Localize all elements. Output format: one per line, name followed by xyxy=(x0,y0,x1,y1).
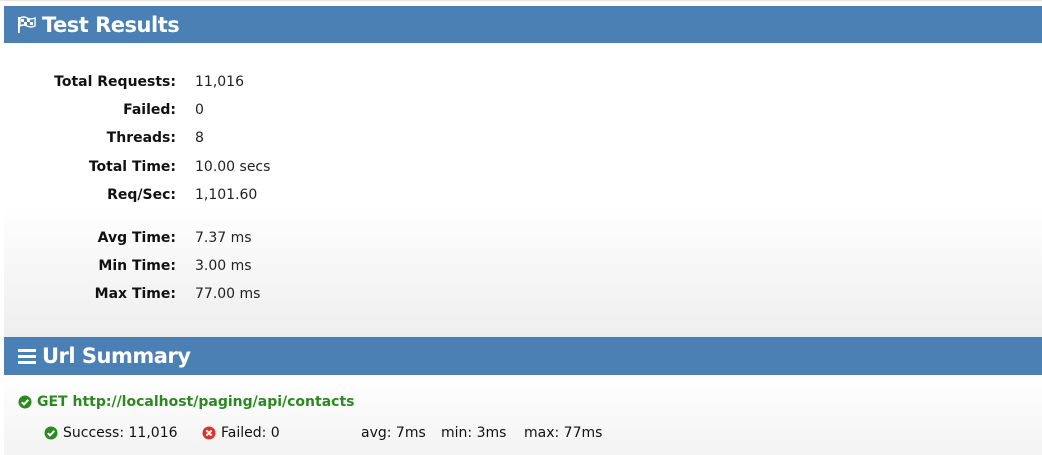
failed-text: Failed: 0 xyxy=(221,425,280,441)
stat-label: Threads: xyxy=(106,130,176,146)
test-results-panel: Total Requests: 11,016 Failed: 0 Threads… xyxy=(4,43,1042,337)
avg-stat: avg: 7ms xyxy=(361,425,426,441)
test-results-header: Test Results xyxy=(4,6,1042,43)
url-summary-title: Url Summary xyxy=(42,344,191,368)
url-summary-header: Url Summary xyxy=(4,337,1042,375)
stat-value: 8 xyxy=(195,130,204,146)
stat-value: 10.00 secs xyxy=(195,159,271,175)
stat-label: Total Requests: xyxy=(54,74,176,90)
checkered-flag-icon xyxy=(16,14,38,36)
stat-max-time: Max Time: 77.00 ms xyxy=(4,283,604,305)
stat-min-time: Min Time: 3.00 ms xyxy=(4,255,604,277)
url-text[interactable]: GET http://localhost/paging/api/contacts xyxy=(37,394,354,410)
stat-threads: Threads: 8 xyxy=(4,127,604,149)
stat-value: 1,101.60 xyxy=(195,187,258,203)
x-circle-icon xyxy=(202,426,216,440)
avg-text: avg: 7ms xyxy=(361,425,426,441)
stat-value: 11,016 xyxy=(195,74,244,90)
url-entry[interactable]: GET http://localhost/paging/api/contacts xyxy=(18,394,354,410)
stat-label: Total Time: xyxy=(88,159,176,175)
success-count: Success: 11,016 xyxy=(44,425,178,441)
stat-label: Avg Time: xyxy=(97,230,176,246)
stat-total-requests: Total Requests: 11,016 xyxy=(4,71,604,93)
stat-req-per-sec: Req/Sec: 1,101.60 xyxy=(4,184,604,206)
max-text: max: 77ms xyxy=(524,425,603,441)
check-circle-icon xyxy=(18,395,32,409)
top-border xyxy=(0,0,1042,5)
stat-value: 3.00 ms xyxy=(195,258,252,274)
stat-avg-time: Avg Time: 7.37 ms xyxy=(4,227,604,249)
test-results-title: Test Results xyxy=(42,12,180,37)
stat-label: Req/Sec: xyxy=(107,187,176,203)
list-icon xyxy=(16,345,38,367)
stat-label: Max Time: xyxy=(94,286,176,302)
stat-value: 0 xyxy=(195,102,204,118)
failed-count: Failed: 0 xyxy=(202,425,280,441)
stat-value: 77.00 ms xyxy=(195,286,261,302)
check-circle-icon xyxy=(44,426,58,440)
stat-total-time: Total Time: 10.00 secs xyxy=(4,156,604,178)
url-summary-panel: GET http://localhost/paging/api/contacts… xyxy=(4,375,1042,455)
min-text: min: 3ms xyxy=(441,425,507,441)
stat-label: Min Time: xyxy=(98,258,176,274)
stat-label: Failed: xyxy=(123,102,176,118)
min-stat: min: 3ms xyxy=(441,425,506,441)
stat-failed: Failed: 0 xyxy=(4,99,604,121)
success-text: Success: 11,016 xyxy=(63,425,178,441)
max-stat: max: 77ms xyxy=(524,425,602,441)
stat-value: 7.37 ms xyxy=(195,230,252,246)
